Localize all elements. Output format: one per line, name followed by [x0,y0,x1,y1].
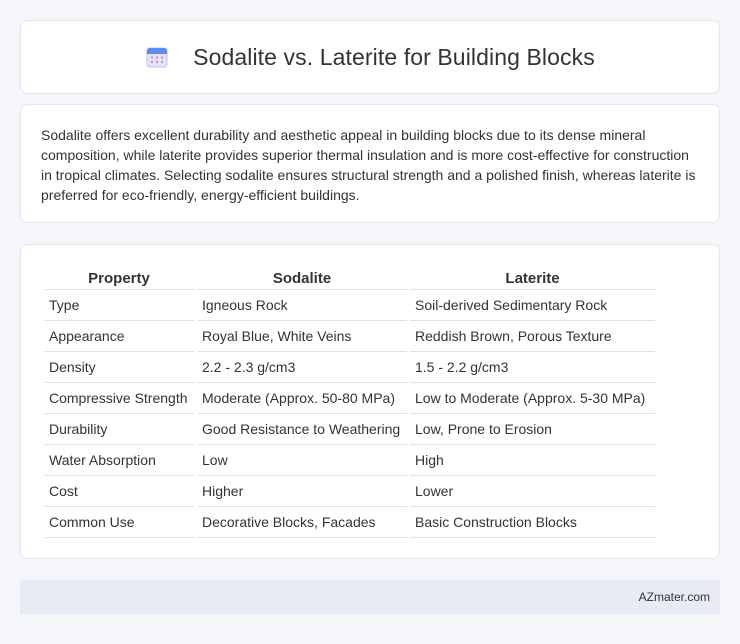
cell-property: Water Absorption [44,445,194,476]
intro-text: Sodalite offers excellent durability and… [41,127,696,203]
header-laterite: Laterite [410,265,655,290]
cell-property: Density [44,352,194,383]
cell-property: Common Use [44,507,194,538]
comparison-table: Property Sodalite Laterite Type Igneous … [41,265,658,538]
table-row: Compressive Strength Moderate (Approx. 5… [44,383,655,414]
cell-property: Durability [44,414,194,445]
header-property: Property [44,265,194,290]
cell-property: Type [44,290,194,321]
cell-sodalite: 2.2 - 2.3 g/cm3 [197,352,407,383]
cell-laterite: High [410,445,655,476]
table-row: Appearance Royal Blue, White Veins Reddi… [44,321,655,352]
cell-sodalite: Igneous Rock [197,290,407,321]
cell-sodalite: Low [197,445,407,476]
page-title: Sodalite vs. Laterite for Building Block… [193,43,595,70]
table-row: Density 2.2 - 2.3 g/cm3 1.5 - 2.2 g/cm3 [44,352,655,383]
footer: AZmater.com [20,580,720,614]
cell-laterite: Soil-derived Sedimentary Rock [410,290,655,321]
cell-sodalite: Decorative Blocks, Facades [197,507,407,538]
table-row: Durability Good Resistance to Weathering… [44,414,655,445]
title-card: Sodalite vs. Laterite for Building Block… [20,20,720,94]
header-sodalite: Sodalite [197,265,407,290]
cell-laterite: Basic Construction Blocks [410,507,655,538]
cell-laterite: Reddish Brown, Porous Texture [410,321,655,352]
cell-sodalite: Good Resistance to Weathering [197,414,407,445]
table-row: Cost Higher Lower [44,476,655,507]
cell-laterite: Lower [410,476,655,507]
table-row: Type Igneous Rock Soil-derived Sedimenta… [44,290,655,321]
table-header-row: Property Sodalite Laterite [44,265,655,290]
table-row: Water Absorption Low High [44,445,655,476]
cell-property: Appearance [44,321,194,352]
footer-brand: AZmater.com [638,590,710,604]
calendar-icon [145,45,169,69]
cell-property: Cost [44,476,194,507]
cell-sodalite: Moderate (Approx. 50-80 MPa) [197,383,407,414]
table-card: Property Sodalite Laterite Type Igneous … [20,244,720,559]
cell-sodalite: Royal Blue, White Veins [197,321,407,352]
cell-property: Compressive Strength [44,383,194,414]
cell-laterite: Low, Prone to Erosion [410,414,655,445]
table-row: Common Use Decorative Blocks, Facades Ba… [44,507,655,538]
cell-laterite: Low to Moderate (Approx. 5-30 MPa) [410,383,655,414]
cell-sodalite: Higher [197,476,407,507]
cell-laterite: 1.5 - 2.2 g/cm3 [410,352,655,383]
intro-card: Sodalite offers excellent durability and… [20,104,720,223]
